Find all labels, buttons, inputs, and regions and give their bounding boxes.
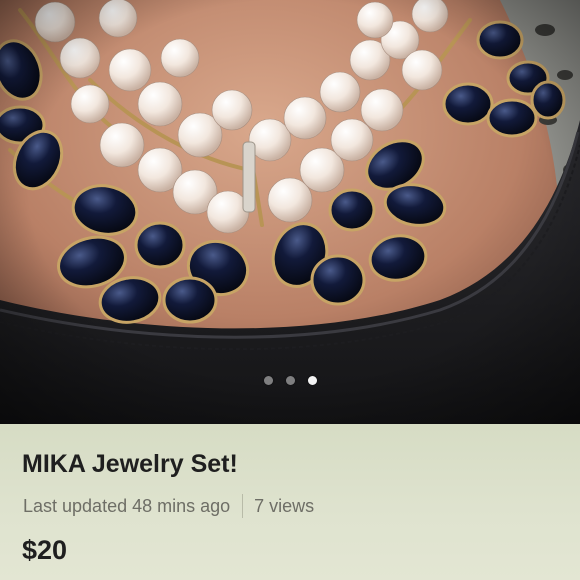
listing-meta: Last updated 48 mins ago 7 views bbox=[23, 494, 314, 518]
carousel-dot[interactable] bbox=[263, 376, 273, 385]
last-updated-label: Last updated 48 mins ago bbox=[23, 495, 231, 516]
listing-info-panel: MIKA Jewelry Set! Last updated 48 mins a… bbox=[0, 424, 580, 580]
listing-card: MIKA Jewelry Set! Last updated 48 mins a… bbox=[0, 0, 580, 580]
carousel-dot[interactable] bbox=[285, 376, 295, 385]
carousel-dot-active[interactable] bbox=[307, 376, 317, 385]
carousel-indicator[interactable] bbox=[0, 376, 580, 385]
listing-title[interactable]: MIKA Jewelry Set! bbox=[22, 450, 238, 479]
meta-divider bbox=[242, 494, 244, 518]
listing-price: $20 bbox=[22, 535, 68, 565]
product-photo[interactable] bbox=[0, 0, 580, 424]
view-count: 7 views bbox=[254, 495, 315, 516]
jewelry-image bbox=[0, 0, 580, 424]
